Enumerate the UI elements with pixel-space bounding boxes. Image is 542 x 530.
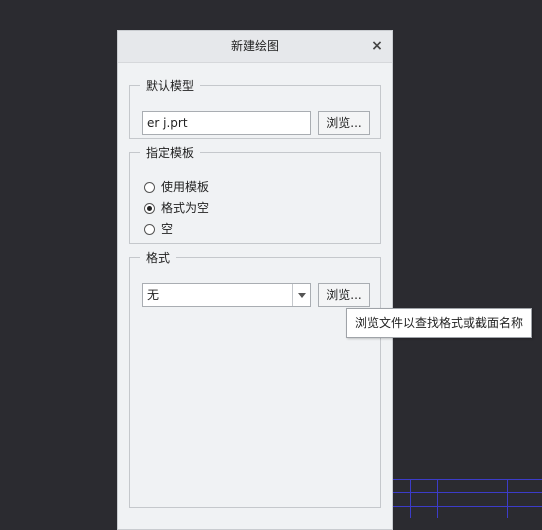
- dialog-title: 新建绘图: [230, 39, 279, 53]
- radio-label: 使用模板: [161, 180, 210, 194]
- default-model-group: 默认模型 er j.prt 浏览...: [129, 77, 381, 139]
- radio-empty-format[interactable]: 格式为空: [144, 199, 209, 217]
- grid-line: [393, 479, 542, 480]
- grid-line: [437, 479, 438, 518]
- default-model-input[interactable]: er j.prt: [142, 111, 311, 135]
- default-model-browse-button[interactable]: 浏览...: [318, 111, 370, 135]
- format-group: 格式 无 浏览...: [129, 249, 381, 508]
- new-drawing-dialog: 新建绘图 × 默认模型 er j.prt 浏览... 指定模板 使用模板 格式为…: [117, 30, 393, 530]
- grid-line: [507, 479, 508, 518]
- default-model-legend: 默认模型: [146, 79, 195, 93]
- radio-label: 空: [161, 222, 174, 236]
- browse-tooltip: 浏览文件以查找格式或截面名称: [346, 308, 533, 338]
- radio-icon[interactable]: [144, 224, 155, 235]
- radio-empty[interactable]: 空: [144, 220, 173, 238]
- format-legend: 格式: [146, 251, 171, 265]
- dialog-titlebar: 新建绘图 ×: [118, 31, 392, 63]
- format-select[interactable]: 无: [142, 283, 311, 307]
- template-legend: 指定模板: [146, 146, 195, 160]
- format-select-value: 无: [147, 288, 160, 302]
- radio-use-template[interactable]: 使用模板: [144, 178, 209, 196]
- template-group: 指定模板 使用模板 格式为空 空: [129, 144, 381, 244]
- radio-selected-icon[interactable]: [144, 203, 155, 214]
- radio-icon[interactable]: [144, 182, 155, 193]
- radio-label: 格式为空: [161, 201, 210, 215]
- chevron-down-icon[interactable]: [292, 284, 310, 306]
- format-browse-button[interactable]: 浏览...: [318, 283, 370, 307]
- grid-line: [410, 479, 411, 518]
- grid-line: [393, 506, 542, 507]
- close-icon[interactable]: ×: [370, 31, 384, 62]
- grid-line: [393, 492, 542, 493]
